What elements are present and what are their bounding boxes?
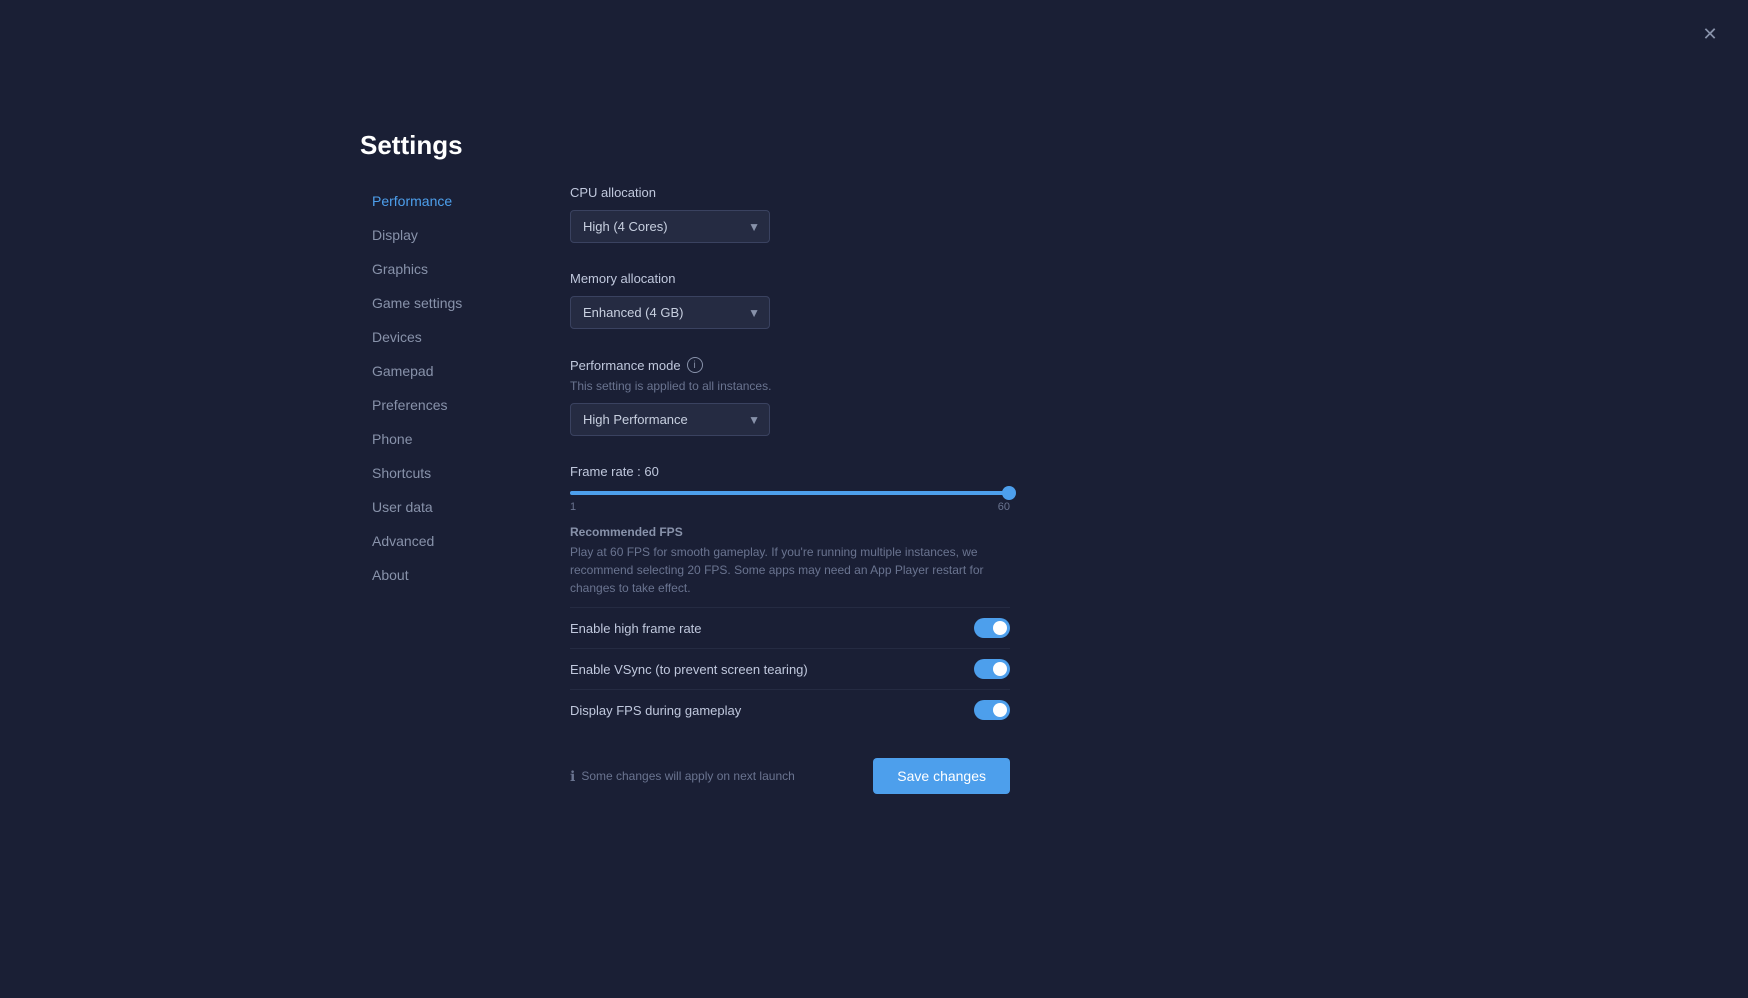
frame-rate-label: Frame rate : 60 [570,464,1050,479]
cpu-allocation-select[interactable]: High (4 Cores) Low (1 Core) Medium (2 Co… [570,210,770,243]
sidebar: PerformanceDisplayGraphicsGame settingsD… [360,175,540,794]
toggle-label-vsync: Enable VSync (to prevent screen tearing) [570,662,808,677]
toggle-display-fps[interactable] [974,700,1010,720]
performance-mode-select[interactable]: High Performance Balanced Ultra Performa… [570,403,770,436]
close-icon: ✕ [1702,24,1717,45]
slider-min-label: 1 [570,501,576,513]
fps-recommendation: Recommended FPS Play at 60 FPS for smoot… [570,525,1050,597]
performance-mode-label: Performance mode i [570,357,1050,373]
sidebar-item-graphics[interactable]: Graphics [360,253,540,285]
sidebar-item-user-data[interactable]: User data [360,491,540,523]
page-title: Settings [360,130,463,161]
toggle-row-vsync: Enable VSync (to prevent screen tearing) [570,648,1010,689]
toggle-high-frame-rate[interactable] [974,618,1010,638]
fps-rec-title: Recommended FPS [570,525,1050,539]
fps-rec-desc: Play at 60 FPS for smooth gameplay. If y… [570,543,1000,597]
slider-thumb[interactable] [1002,486,1016,500]
cpu-allocation-wrapper: High (4 Cores) Low (1 Core) Medium (2 Co… [570,210,770,243]
slider-labels: 1 60 [570,501,1010,513]
info-circle-icon: ℹ [570,768,575,785]
toggle-knob-vsync [993,662,1007,676]
footer-note-text: Some changes will apply on next launch [581,769,794,783]
save-changes-button[interactable]: Save changes [873,758,1010,794]
sidebar-item-advanced[interactable]: Advanced [360,525,540,557]
toggle-row-high-frame-rate: Enable high frame rate [570,607,1010,648]
memory-allocation-section: Memory allocation Enhanced (4 GB) Low (1… [570,271,1050,329]
memory-allocation-wrapper: Enhanced (4 GB) Low (1 GB) Medium (2 GB)… [570,296,770,329]
footer-note: ℹ Some changes will apply on next launch [570,768,795,785]
sidebar-item-about[interactable]: About [360,559,540,591]
cpu-allocation-section: CPU allocation High (4 Cores) Low (1 Cor… [570,185,1050,243]
sidebar-item-performance[interactable]: Performance [360,185,540,217]
toggle-knob-display-fps [993,703,1007,717]
memory-allocation-select[interactable]: Enhanced (4 GB) Low (1 GB) Medium (2 GB)… [570,296,770,329]
toggle-knob-high-frame-rate [993,621,1007,635]
performance-mode-text: Performance mode [570,358,681,373]
sidebar-item-preferences[interactable]: Preferences [360,389,540,421]
close-button[interactable]: ✕ [1696,20,1724,48]
sidebar-item-shortcuts[interactable]: Shortcuts [360,457,540,489]
slider-track [570,491,1010,495]
info-icon[interactable]: i [687,357,703,373]
sidebar-item-phone[interactable]: Phone [360,423,540,455]
frame-rate-slider-container: 1 60 [570,491,1010,513]
toggle-row-display-fps: Display FPS during gameplay [570,689,1010,730]
performance-mode-wrapper: High Performance Balanced Ultra Performa… [570,403,770,436]
cpu-allocation-label: CPU allocation [570,185,1050,200]
performance-mode-section: Performance mode i This setting is appli… [570,357,1050,436]
sidebar-item-devices[interactable]: Devices [360,321,540,353]
sidebar-item-display[interactable]: Display [360,219,540,251]
toggle-label-high-frame-rate: Enable high frame rate [570,621,702,636]
main-content: CPU allocation High (4 Cores) Low (1 Cor… [570,175,1050,794]
slider-fill [570,491,1010,495]
performance-mode-subtitle: This setting is applied to all instances… [570,379,1050,393]
memory-allocation-label: Memory allocation [570,271,1050,286]
toggle-label-display-fps: Display FPS during gameplay [570,703,741,718]
sidebar-item-game-settings[interactable]: Game settings [360,287,540,319]
frame-rate-section: Frame rate : 60 1 60 Recommended FPS Pla… [570,464,1050,597]
footer: ℹ Some changes will apply on next launch… [570,758,1010,794]
slider-max-label: 60 [998,501,1010,513]
sidebar-item-gamepad[interactable]: Gamepad [360,355,540,387]
toggles-container: Enable high frame rate Enable VSync (to p… [570,607,1050,730]
toggle-vsync[interactable] [974,659,1010,679]
